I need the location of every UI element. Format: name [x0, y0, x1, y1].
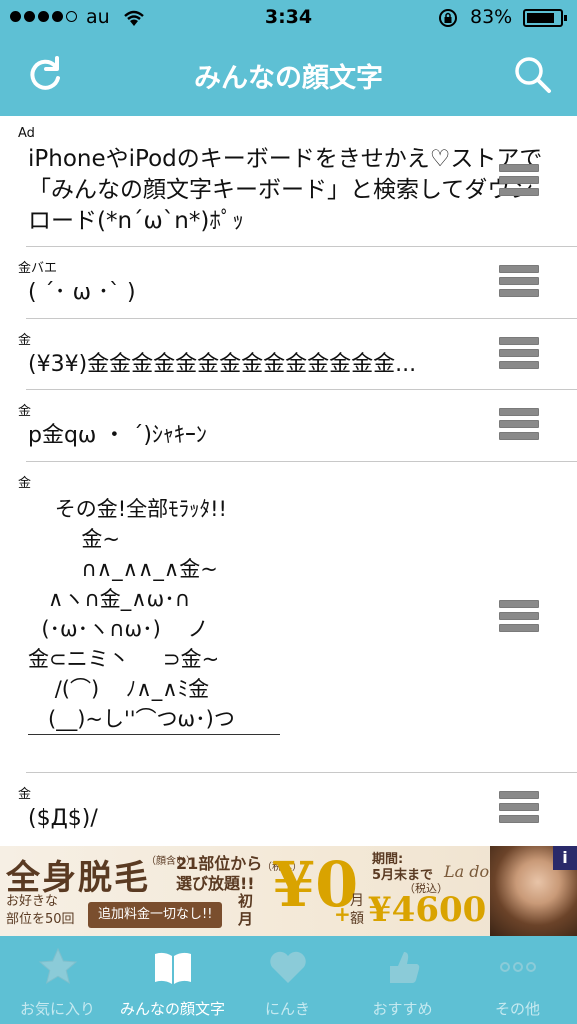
thumbs-up-icon — [390, 952, 420, 983]
tab-label: みんなの顔文字 — [119, 1000, 225, 1018]
banner-parts50: 部位を50回 — [6, 912, 75, 927]
banner-no-fee-badge: 追加料金一切なし!! — [88, 902, 223, 928]
tab-favorites[interactable]: お気に入り — [0, 936, 115, 1024]
banner-price-monthly: ¥4600 — [368, 890, 487, 930]
tab-bar: お気に入り みんなの顔文字 にんき おすすめ その他 — [0, 936, 577, 1024]
banner-plus: + — [334, 902, 351, 926]
item-category: 金 — [18, 404, 32, 419]
item-text: ($Д$)/ — [28, 806, 98, 831]
list-item[interactable]: 金 (¥3¥)金金金金金金金金金金金金金金... — [0, 319, 577, 390]
tab-recommended[interactable]: おすすめ — [345, 936, 460, 1024]
kaomoji-list[interactable]: Ad iPhoneやiPodのキーボードをきせかえ♡ストアで「みんなの顔文字キー… — [0, 116, 577, 846]
list-item-ad[interactable]: Ad iPhoneやiPodのキーボードをきせかえ♡ストアで「みんなの顔文字キー… — [0, 116, 577, 247]
tab-everyone-kaomoji[interactable]: みんなの顔文字 — [115, 936, 230, 1024]
item-text: p金qω ・ ´)ｼｬｷｰﾝ — [28, 423, 207, 448]
tab-label: その他 — [494, 1000, 540, 1018]
item-category: 金 — [18, 333, 32, 348]
battery-icon — [523, 9, 567, 27]
rotation-lock-icon — [439, 9, 457, 27]
item-menu-icon[interactable] — [499, 265, 539, 301]
tab-other[interactable]: その他 — [460, 936, 575, 1024]
banner-monthly: 月額 — [350, 893, 364, 927]
item-text: その金!全部ﾓﾗｯﾀ!! 金~ ∩∧_∧∧_∧金~ ∧ヽ∩金_∧ω･∩ (･ω･… — [28, 497, 235, 731]
ad-info-icon[interactable]: i — [553, 846, 577, 870]
search-icon[interactable] — [512, 54, 554, 96]
navigation-bar: みんなの顔文字 — [0, 36, 577, 116]
item-menu-icon[interactable] — [499, 337, 539, 373]
tab-label: にんき — [264, 1000, 310, 1018]
tab-label: お気に入り — [19, 1000, 95, 1018]
ascii-art-underline — [28, 734, 280, 735]
item-menu-icon[interactable] — [499, 600, 539, 636]
banner-choose: 選び放題!! — [176, 874, 255, 893]
more-icon — [500, 962, 536, 972]
banner-first-month: 初月 — [238, 892, 254, 928]
battery-percent: 83% — [470, 6, 513, 28]
list-item[interactable]: 金バエ ( ´･ ω ･` ) — [0, 247, 577, 319]
page-title: みんなの顔文字 — [194, 63, 383, 94]
star-icon — [38, 947, 78, 985]
item-menu-icon[interactable] — [499, 164, 539, 200]
banner-favorite: お好きな — [6, 894, 59, 909]
item-category: 金 — [18, 787, 32, 802]
item-menu-icon[interactable] — [499, 791, 539, 827]
item-text: iPhoneやiPodのキーボードをきせかえ♡ストアで「みんなの顔文字キーボード… — [28, 146, 543, 234]
item-text: (¥3¥)金金金金金金金金金金金金金金... — [28, 352, 417, 377]
tab-label: おすすめ — [372, 1000, 433, 1018]
status-bar: au 3:34 83% — [0, 0, 577, 36]
heart-icon — [270, 951, 306, 983]
item-menu-icon[interactable] — [499, 408, 539, 444]
item-text: ( ´･ ω ･` ) — [28, 280, 136, 305]
book-icon — [155, 952, 191, 984]
tab-popular[interactable]: にんき — [230, 936, 345, 1024]
item-category: 金 — [18, 476, 32, 491]
list-item[interactable]: 金 p金qω ・ ´)ｼｬｷｰﾝ — [0, 390, 577, 462]
list-item[interactable]: 金 その金!全部ﾓﾗｯﾀ!! 金~ ∩∧_∧∧_∧金~ ∧ヽ∩金_∧ω･∩ (･… — [0, 462, 577, 773]
item-category: 金バエ — [18, 261, 58, 276]
ad-banner[interactable]: 全身脱毛 （顔含む） 21部位から 選び放題!! お好きな 部位を50回 追加料… — [0, 846, 577, 936]
list-item[interactable]: 金 ($Д$)/ — [0, 773, 577, 846]
item-category: Ad — [18, 126, 35, 141]
